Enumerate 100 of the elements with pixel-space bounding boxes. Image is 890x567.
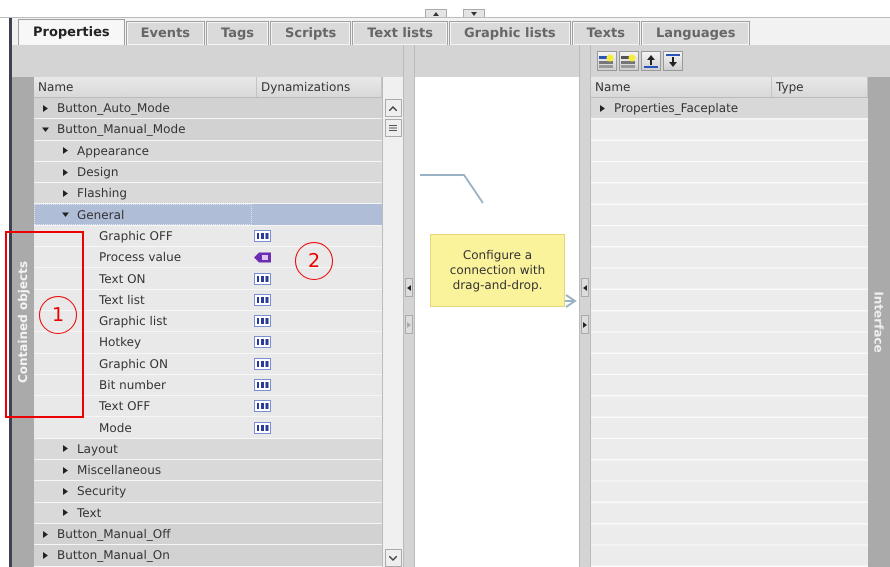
left-arrow-icon — [583, 284, 587, 290]
tree-row[interactable]: Properties_Faceplate — [591, 98, 868, 120]
collapse-up-button[interactable] — [425, 9, 447, 17]
tree-row[interactable]: Hotkey — [34, 332, 382, 354]
hint-note: Configure a connection with drag-and-drop. — [430, 234, 565, 307]
caret-icon[interactable] — [42, 104, 49, 112]
left-arrow-icon — [407, 284, 411, 290]
move-up-button[interactable] — [641, 51, 661, 71]
tree-row[interactable]: Graphic ON — [34, 354, 382, 375]
caret-icon[interactable] — [42, 530, 49, 538]
tree-row[interactable]: Mode — [34, 417, 382, 439]
caret-icon[interactable] — [62, 445, 69, 452]
caret-icon[interactable] — [62, 147, 69, 154]
tree-item-label: Bit number — [99, 378, 166, 392]
constant-icon — [254, 358, 271, 370]
tree-row[interactable]: Design — [34, 162, 382, 184]
tree-row[interactable]: Layout — [34, 438, 382, 460]
tree-item-label: Hotkey — [99, 335, 142, 350]
up-caret-icon — [389, 106, 397, 110]
tab[interactable]: Properties — [18, 19, 125, 45]
tree-row[interactable]: Appearance — [34, 140, 382, 162]
constant-icon — [254, 294, 271, 306]
grip-icon — [389, 125, 397, 131]
tree-item-label: Layout — [77, 442, 118, 456]
tree-item-label: Graphic OFF — [99, 228, 173, 243]
tree-row[interactable]: Security — [34, 481, 382, 503]
tree-item-label: Button_Manual_Mode — [57, 122, 186, 136]
collapse-button[interactable] — [581, 278, 589, 297]
tab[interactable]: Graphic lists — [448, 21, 571, 45]
tree-item-label: Graphic list — [99, 314, 168, 328]
tree-item-label: Graphic ON — [99, 356, 168, 371]
tab[interactable]: Events — [126, 21, 206, 45]
tree-row[interactable]: General — [34, 204, 382, 226]
right-arrow-icon — [583, 322, 587, 328]
add-property-button[interactable] — [619, 51, 639, 71]
column-header: Name — [34, 77, 257, 97]
collapse-button[interactable] — [405, 278, 413, 297]
tab[interactable]: Scripts — [270, 21, 352, 45]
tree-item-label: Properties_Faceplate — [614, 101, 738, 116]
expand-button[interactable] — [581, 315, 589, 334]
caret-icon[interactable] — [42, 552, 49, 559]
tree-item-label: Text OFF — [99, 399, 150, 414]
caret-icon[interactable] — [62, 466, 69, 474]
add-property-icon — [621, 54, 637, 68]
caret-icon[interactable] — [62, 211, 69, 218]
scroll-down-button[interactable] — [384, 549, 402, 567]
tree-row[interactable]: Text OFF — [34, 396, 382, 418]
caret-icon[interactable] — [62, 190, 69, 197]
down-arrow-icon — [666, 54, 680, 68]
caret-icon[interactable] — [62, 168, 69, 176]
tab[interactable]: Texts — [572, 21, 640, 45]
tree-item-label: Miscellaneous — [77, 463, 162, 478]
scroll-up-button[interactable] — [384, 99, 402, 117]
tree-row[interactable]: Text ON — [34, 268, 382, 290]
tab[interactable]: Tags — [206, 21, 270, 45]
expand-down-button[interactable] — [463, 9, 485, 17]
tree-row[interactable]: Miscellaneous — [34, 460, 382, 482]
scroll-thumb[interactable] — [384, 119, 402, 137]
tree-item-label: General — [77, 208, 124, 222]
callout-number: 1 — [39, 296, 77, 334]
caret-icon[interactable] — [599, 104, 606, 112]
constant-icon — [254, 336, 271, 348]
constant-icon — [254, 400, 271, 412]
tree-item-label: Process value — [99, 250, 182, 264]
tree-item-label: Text ON — [99, 272, 146, 286]
tree-item-label: Security — [77, 484, 126, 498]
constant-icon — [254, 272, 271, 285]
tab[interactable]: Text lists — [352, 21, 448, 45]
caret-icon[interactable] — [62, 509, 69, 516]
tree-item-label: Text list — [99, 292, 145, 307]
right-arrow-icon — [407, 322, 411, 328]
tree-row[interactable]: Bit number — [34, 374, 382, 396]
connector-line — [420, 174, 484, 204]
tree-item-label: Text — [77, 506, 102, 520]
tree-item-label: Flashing — [77, 186, 128, 200]
down-arrow-icon — [471, 12, 477, 16]
tab[interactable]: Languages — [640, 21, 750, 45]
tree-row[interactable]: Text — [34, 502, 382, 524]
add-element-icon — [599, 54, 615, 68]
constant-icon — [254, 422, 271, 434]
caret-icon[interactable] — [42, 126, 49, 133]
tree-item-label: Mode — [99, 420, 132, 435]
tree-item-label: Appearance — [77, 144, 150, 158]
add-element-button[interactable] — [597, 51, 617, 71]
tree-item-label: Button_Auto_Mode — [57, 101, 170, 116]
tree-row[interactable]: Flashing — [34, 183, 382, 204]
constant-icon — [254, 230, 271, 242]
tree-item-label: Button_Manual_Off — [57, 527, 171, 542]
tree-row[interactable]: Graphic OFF — [34, 226, 382, 248]
up-arrow-icon — [644, 54, 658, 68]
up-arrow-icon — [433, 12, 439, 16]
move-down-button[interactable] — [663, 51, 683, 71]
tree-item-label: Design — [77, 165, 118, 180]
column-header: Name — [591, 77, 772, 97]
constant-icon — [254, 379, 271, 391]
callout-number: 2 — [295, 242, 333, 280]
constant-icon — [254, 315, 271, 328]
tag-icon — [254, 252, 271, 263]
down-caret-icon — [389, 556, 397, 560]
caret-icon[interactable] — [62, 488, 69, 495]
